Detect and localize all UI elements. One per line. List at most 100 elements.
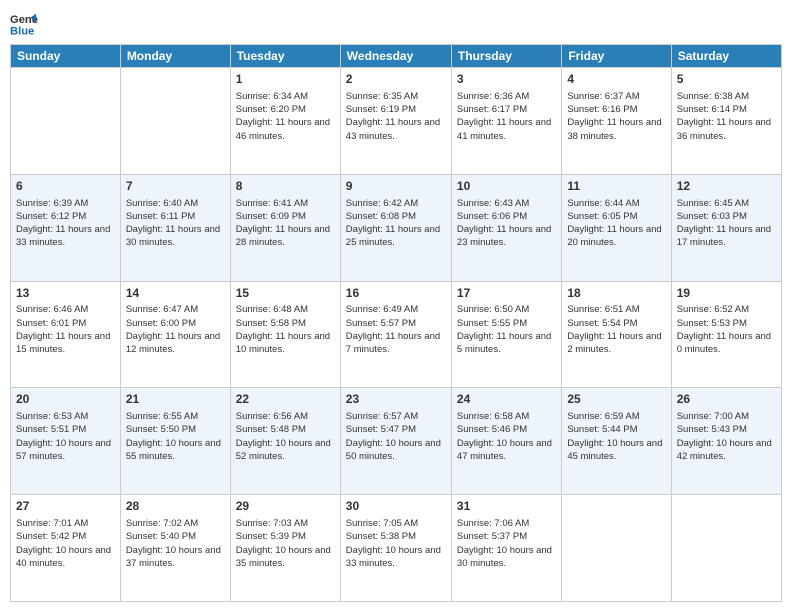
cell-content: Sunrise: 6:56 AMSunset: 5:48 PMDaylight:… <box>236 410 335 463</box>
day-header-wednesday: Wednesday <box>340 45 451 68</box>
calendar-cell: 7 Sunrise: 6:40 AMSunset: 6:11 PMDaylight… <box>120 174 230 281</box>
calendar-cell: 15Sunrise: 6:48 AMSunset: 5:58 PMDayligh… <box>230 281 340 388</box>
date-number: 2 <box>346 71 446 88</box>
cell-content: Sunrise: 6:47 AMSunset: 6:00 PMDaylight:… <box>126 303 225 356</box>
date-number: 10 <box>457 178 556 195</box>
header-row: SundayMondayTuesdayWednesdayThursdayFrid… <box>11 45 782 68</box>
cell-content: Sunrise: 6:50 AMSunset: 5:55 PMDaylight:… <box>457 303 556 356</box>
cell-content: Sunrise: 6:40 AMSunset: 6:11 PMDaylight:… <box>126 197 225 250</box>
cell-content: Sunrise: 6:41 AMSunset: 6:09 PMDaylight:… <box>236 197 335 250</box>
calendar-cell: 13Sunrise: 6:46 AMSunset: 6:01 PMDayligh… <box>11 281 121 388</box>
date-number: 20 <box>16 391 115 408</box>
day-header-tuesday: Tuesday <box>230 45 340 68</box>
cell-content: Sunrise: 7:02 AMSunset: 5:40 PMDaylight:… <box>126 517 225 570</box>
logo-icon: General Blue <box>10 10 38 38</box>
week-row-2: 6Sunrise: 6:39 AMSunset: 6:12 PMDaylight… <box>11 174 782 281</box>
calendar-cell <box>120 68 230 175</box>
week-row-3: 13Sunrise: 6:46 AMSunset: 6:01 PMDayligh… <box>11 281 782 388</box>
date-number: 27 <box>16 498 115 515</box>
date-number: 19 <box>677 285 776 302</box>
calendar-cell: 17Sunrise: 6:50 AMSunset: 5:55 PMDayligh… <box>451 281 561 388</box>
date-number: 24 <box>457 391 556 408</box>
date-number: 8 <box>236 178 335 195</box>
cell-content: Sunrise: 6:37 AMSunset: 6:16 PMDaylight:… <box>567 90 665 143</box>
calendar-cell: 23 Sunrise: 6:57 AMSunset: 5:47 PMDayligh… <box>340 388 451 495</box>
calendar-cell <box>562 495 671 602</box>
date-number: 22 <box>236 391 335 408</box>
date-number: 25 <box>567 391 665 408</box>
cell-content: Sunrise: 7:00 AMSunset: 5:43 PMDaylight:… <box>677 410 776 463</box>
cell-content: Sunrise: 6:36 AMSunset: 6:17 PMDaylight:… <box>457 90 556 143</box>
date-number: 6 <box>16 178 115 195</box>
day-header-saturday: Saturday <box>671 45 781 68</box>
cell-content: Sunrise: 7:06 AMSunset: 5:37 PMDaylight:… <box>457 517 556 570</box>
date-number: 21 <box>126 391 225 408</box>
calendar-cell: 27 Sunrise: 7:01 AMSunset: 5:42 PMDayligh… <box>11 495 121 602</box>
calendar-cell <box>11 68 121 175</box>
date-number: 12 <box>677 178 776 195</box>
calendar-cell: 29 Sunrise: 7:03 AMSunset: 5:39 PMDayligh… <box>230 495 340 602</box>
day-header-thursday: Thursday <box>451 45 561 68</box>
date-number: 5 <box>677 71 776 88</box>
date-number: 13 <box>16 285 115 302</box>
calendar-cell: 11 Sunrise: 6:44 AMSunset: 6:05 PMDayligh… <box>562 174 671 281</box>
date-number: 1 <box>236 71 335 88</box>
calendar-cell: 24 Sunrise: 6:58 AMSunset: 5:46 PMDayligh… <box>451 388 561 495</box>
calendar-cell: 4 Sunrise: 6:37 AMSunset: 6:16 PMDaylight… <box>562 68 671 175</box>
date-number: 29 <box>236 498 335 515</box>
date-number: 26 <box>677 391 776 408</box>
calendar-cell: 26 Sunrise: 7:00 AMSunset: 5:43 PMDayligh… <box>671 388 781 495</box>
cell-content: Sunrise: 6:34 AMSunset: 6:20 PMDaylight:… <box>236 90 335 143</box>
cell-content: Sunrise: 6:51 AMSunset: 5:54 PMDaylight:… <box>567 303 665 356</box>
cell-content: Sunrise: 6:52 AMSunset: 5:53 PMDaylight:… <box>677 303 776 356</box>
cell-content: Sunrise: 7:03 AMSunset: 5:39 PMDaylight:… <box>236 517 335 570</box>
calendar-cell: 1 Sunrise: 6:34 AMSunset: 6:20 PMDaylight… <box>230 68 340 175</box>
calendar-cell: 3Sunrise: 6:36 AMSunset: 6:17 PMDaylight… <box>451 68 561 175</box>
cell-content: Sunrise: 7:01 AMSunset: 5:42 PMDaylight:… <box>16 517 115 570</box>
day-header-monday: Monday <box>120 45 230 68</box>
date-number: 4 <box>567 71 665 88</box>
calendar-cell <box>671 495 781 602</box>
cell-content: Sunrise: 6:57 AMSunset: 5:47 PMDaylight:… <box>346 410 446 463</box>
calendar-cell: 14Sunrise: 6:47 AMSunset: 6:00 PMDayligh… <box>120 281 230 388</box>
date-number: 23 <box>346 391 446 408</box>
cell-content: Sunrise: 6:46 AMSunset: 6:01 PMDaylight:… <box>16 303 115 356</box>
date-number: 14 <box>126 285 225 302</box>
date-number: 15 <box>236 285 335 302</box>
cell-content: Sunrise: 6:58 AMSunset: 5:46 PMDaylight:… <box>457 410 556 463</box>
calendar-cell: 25 Sunrise: 6:59 AMSunset: 5:44 PMDayligh… <box>562 388 671 495</box>
calendar-cell: 10Sunrise: 6:43 AMSunset: 6:06 PMDayligh… <box>451 174 561 281</box>
cell-content: Sunrise: 6:49 AMSunset: 5:57 PMDaylight:… <box>346 303 446 356</box>
calendar-cell: 19Sunrise: 6:52 AMSunset: 5:53 PMDayligh… <box>671 281 781 388</box>
cell-content: Sunrise: 6:38 AMSunset: 6:14 PMDaylight:… <box>677 90 776 143</box>
logo: General Blue <box>10 10 38 38</box>
calendar-cell: 28 Sunrise: 7:02 AMSunset: 5:40 PMDayligh… <box>120 495 230 602</box>
date-number: 28 <box>126 498 225 515</box>
calendar-cell: 6Sunrise: 6:39 AMSunset: 6:12 PMDaylight… <box>11 174 121 281</box>
calendar-cell: 16Sunrise: 6:49 AMSunset: 5:57 PMDayligh… <box>340 281 451 388</box>
week-row-1: 1 Sunrise: 6:34 AMSunset: 6:20 PMDaylight… <box>11 68 782 175</box>
week-row-5: 27 Sunrise: 7:01 AMSunset: 5:42 PMDayligh… <box>11 495 782 602</box>
calendar-cell: 2Sunrise: 6:35 AMSunset: 6:19 PMDaylight… <box>340 68 451 175</box>
calendar-cell: 8 Sunrise: 6:41 AMSunset: 6:09 PMDaylight… <box>230 174 340 281</box>
week-row-4: 20Sunrise: 6:53 AMSunset: 5:51 PMDayligh… <box>11 388 782 495</box>
cell-content: Sunrise: 7:05 AMSunset: 5:38 PMDaylight:… <box>346 517 446 570</box>
date-number: 11 <box>567 178 665 195</box>
cell-content: Sunrise: 6:44 AMSunset: 6:05 PMDaylight:… <box>567 197 665 250</box>
calendar-cell: 20Sunrise: 6:53 AMSunset: 5:51 PMDayligh… <box>11 388 121 495</box>
date-number: 30 <box>346 498 446 515</box>
svg-text:Blue: Blue <box>10 25 34 37</box>
calendar-cell: 31 Sunrise: 7:06 AMSunset: 5:37 PMDayligh… <box>451 495 561 602</box>
calendar-cell: 22 Sunrise: 6:56 AMSunset: 5:48 PMDayligh… <box>230 388 340 495</box>
calendar-cell: 21 Sunrise: 6:55 AMSunset: 5:50 PMDayligh… <box>120 388 230 495</box>
calendar-cell: 18Sunrise: 6:51 AMSunset: 5:54 PMDayligh… <box>562 281 671 388</box>
cell-content: Sunrise: 6:59 AMSunset: 5:44 PMDaylight:… <box>567 410 665 463</box>
date-number: 7 <box>126 178 225 195</box>
calendar-cell: 5 Sunrise: 6:38 AMSunset: 6:14 PMDaylight… <box>671 68 781 175</box>
date-number: 9 <box>346 178 446 195</box>
cell-content: Sunrise: 6:45 AMSunset: 6:03 PMDaylight:… <box>677 197 776 250</box>
cell-content: Sunrise: 6:55 AMSunset: 5:50 PMDaylight:… <box>126 410 225 463</box>
date-number: 31 <box>457 498 556 515</box>
header: General Blue <box>10 10 782 38</box>
calendar-cell: 12 Sunrise: 6:45 AMSunset: 6:03 PMDayligh… <box>671 174 781 281</box>
